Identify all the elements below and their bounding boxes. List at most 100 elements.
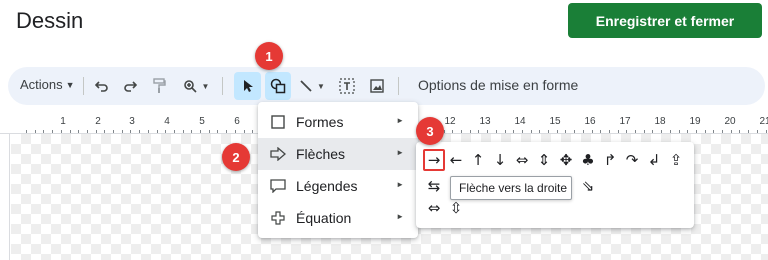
line-tool-button[interactable]: ▼: [297, 75, 327, 97]
tooltip: Flèche vers la droite: [450, 176, 572, 200]
arrow-shape-option[interactable]: ←: [446, 150, 466, 170]
ruler-tick: [591, 130, 593, 133]
arrow-shape-option[interactable]: ↑: [468, 150, 488, 170]
redo-icon[interactable]: [120, 75, 140, 97]
ruler-tick: [147, 130, 149, 133]
menu-item-label: Légendes: [296, 178, 358, 194]
arrow-shape-option[interactable]: ⇔: [512, 150, 532, 170]
arrow-shape-option[interactable]: ⇕: [534, 150, 554, 170]
ruler-tick: [661, 130, 663, 133]
arrow-shape-icon: →: [427, 151, 441, 169]
chevron-down-icon: ▼: [317, 81, 325, 91]
arrow-shape-icon: ✥: [559, 151, 573, 169]
ruler-label: 16: [584, 116, 596, 127]
step-badge-2: 2: [222, 143, 250, 171]
line-icon: [300, 80, 312, 92]
menu-item-equation[interactable]: Équation ►: [258, 202, 418, 234]
ruler-tick: [504, 130, 506, 133]
actions-menu-button[interactable]: Actions ▼: [20, 77, 75, 92]
menu-item-label: Flèches: [296, 146, 346, 162]
arrow-shape-option[interactable]: ⇆: [424, 176, 444, 196]
shape-tool-button[interactable]: [265, 72, 291, 100]
ruler-tick: [182, 130, 184, 133]
shape-icon: [270, 78, 286, 94]
ruler-tick: [626, 130, 628, 133]
arrow-shape-option[interactable]: ♣: [578, 150, 598, 170]
toolbar-divider: [222, 77, 223, 95]
ruler-label: 17: [619, 116, 631, 127]
ruler-label: 14: [514, 116, 526, 127]
ruler-tick: [652, 130, 654, 133]
ruler-tick: [243, 130, 245, 133]
ruler-tick: [226, 130, 228, 133]
actions-label: Actions: [20, 77, 63, 92]
ruler-label: 6: [234, 116, 240, 127]
text-box-icon: [339, 78, 355, 94]
chevron-down-icon: ▼: [201, 81, 210, 91]
arrow-shape-icon: ↱: [603, 151, 617, 169]
ruler-tick: [452, 130, 454, 133]
ruler-tick: [139, 130, 141, 133]
toolbar-divider: [83, 77, 84, 95]
ruler-tick: [704, 130, 706, 133]
zoom-menu-button[interactable]: ▼: [179, 75, 213, 97]
ruler-label: 18: [654, 116, 666, 127]
format-options-button[interactable]: Options de mise en forme: [418, 77, 578, 93]
save-and-close-button[interactable]: Enregistrer et fermer: [568, 3, 762, 38]
callout-icon: [270, 178, 286, 194]
ruler-tick: [208, 130, 210, 133]
arrow-shape-option[interactable]: →: [423, 149, 445, 171]
ruler-tick: [617, 130, 619, 133]
submenu-arrow-icon: ►: [396, 148, 404, 157]
text-box-button[interactable]: [336, 75, 358, 97]
menu-item-formes[interactable]: Formes ►: [258, 106, 418, 138]
ruler-tick: [539, 130, 541, 133]
menu-item-legendes[interactable]: Légendes ►: [258, 170, 418, 202]
arrow-shape-option[interactable]: ⇔: [424, 198, 444, 218]
ruler-label: 2: [95, 116, 101, 127]
ruler-tick: [200, 130, 201, 133]
ruler-label: 1: [60, 116, 66, 127]
select-tool-button[interactable]: [234, 72, 261, 100]
ruler-tick: [748, 130, 750, 133]
ruler-tick: [113, 130, 114, 133]
ruler-tick: [565, 130, 567, 133]
ruler-tick: [756, 130, 758, 133]
square-icon: [270, 114, 286, 130]
ruler-tick: [86, 130, 88, 133]
arrow-shape-icon: ⇳: [449, 199, 463, 217]
ruler-tick: [469, 130, 471, 133]
ruler-tick: [234, 130, 236, 133]
menu-item-fleches[interactable]: Flèches ►: [258, 138, 418, 170]
arrow-shape-icon: ⇔: [515, 151, 529, 169]
arrow-shape-icon: ⇆: [427, 177, 441, 195]
ruler-tick: [252, 130, 254, 133]
ruler-tick: [121, 130, 123, 133]
paint-format-icon[interactable]: [149, 75, 169, 97]
ruler-tick: [69, 130, 71, 133]
arrow-shape-option[interactable]: ↱: [600, 150, 620, 170]
ruler-tick: [78, 130, 80, 133]
arrow-shape-option[interactable]: ⇪: [666, 150, 686, 170]
arrow-shape-option[interactable]: ⇳: [446, 198, 466, 218]
ruler-tick: [495, 130, 497, 133]
arrow-shape-option[interactable]: ↓: [490, 150, 510, 170]
ruler-tick: [173, 130, 175, 133]
dialog-title: Dessin: [16, 8, 84, 33]
ruler-tick: [730, 130, 732, 133]
ruler-tick: [739, 130, 741, 133]
toolbar: Actions ▼ ▼ ▼ Options de mise en forme: [8, 67, 765, 105]
arrow-shape-option[interactable]: ⇘: [578, 176, 598, 196]
undo-icon[interactable]: [92, 75, 112, 97]
ruler-tick: [95, 130, 97, 133]
arrow-shape-option[interactable]: ↲: [644, 150, 664, 170]
arrow-shape-option[interactable]: ✥: [556, 150, 576, 170]
menu-item-label: Équation: [296, 210, 352, 226]
ruler-label: 19: [689, 116, 701, 127]
arrow-shape-option[interactable]: ↷: [622, 150, 642, 170]
ruler-tick: [574, 130, 576, 133]
insert-image-button[interactable]: [366, 75, 388, 97]
ruler-label: 5: [199, 116, 205, 127]
ruler-tick: [643, 130, 645, 133]
ruler-tick: [461, 130, 462, 133]
